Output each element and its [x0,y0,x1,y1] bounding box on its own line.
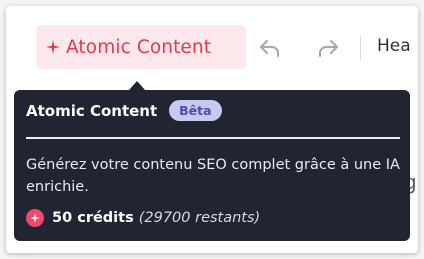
atomic-content-tooltip: Atomic Content Bêta Générez votre conten… [14,90,410,241]
credit-icon [26,209,44,227]
atomic-content-button[interactable]: Atomic Content [36,25,246,69]
undo-button[interactable] [256,34,284,62]
editor-toolbar: Atomic Content Hea [6,6,418,86]
tooltip-arrow [129,81,145,90]
beta-badge: Bêta [169,100,222,121]
sparkle-icon [46,40,60,54]
tooltip-divider [26,137,400,139]
credits-amount: 50 crédits [52,210,134,226]
undo-icon [260,40,279,57]
credits-remaining: (29700 restants) [138,210,261,226]
tooltip-description: Générez votre contenu SEO complet grâce … [26,157,400,195]
tooltip-title: Atomic Content [26,101,158,120]
credit-sparkle-icon [30,213,40,223]
heading-select[interactable]: Hea [377,36,411,56]
redo-button[interactable] [314,34,342,62]
atomic-content-button-label: Atomic Content [66,36,212,58]
toolbar-divider [360,36,361,60]
tooltip-header: Atomic Content Bêta [26,100,222,121]
tooltip-credits: 50 crédits (29700 restants) [26,209,260,227]
redo-icon [319,40,338,57]
editor-window: Atomic Content Hea g Atomic Content Bêta… [6,6,418,253]
